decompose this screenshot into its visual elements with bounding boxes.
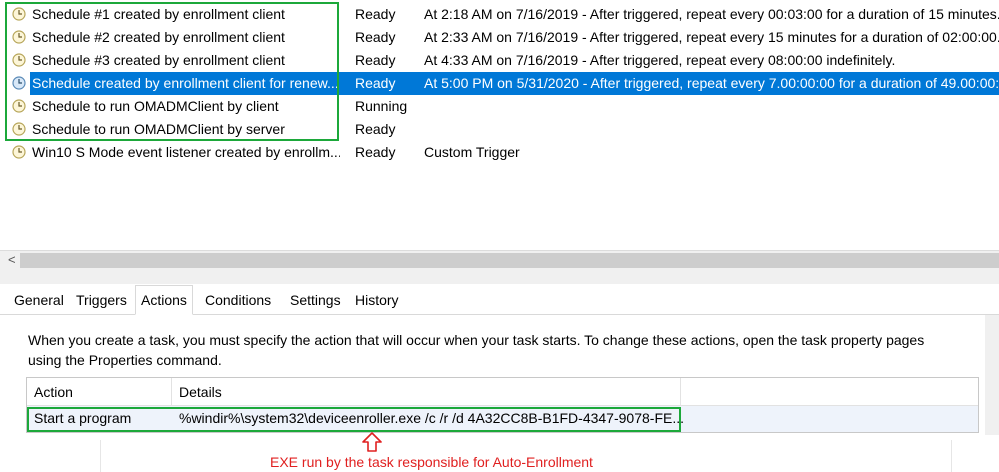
clock-icon	[12, 122, 26, 136]
scroll-left-arrow[interactable]: <	[8, 252, 16, 267]
scrollbar-thumb[interactable]	[20, 253, 999, 268]
task-trigger: At 2:33 AM on 7/16/2019 - After triggere…	[424, 29, 999, 45]
tab-bar: General Triggers Actions Conditions Sett…	[0, 284, 999, 315]
horizontal-scrollbar[interactable]: <	[0, 250, 999, 270]
task-status: Ready	[355, 6, 396, 22]
pane-separator	[0, 270, 999, 284]
task-trigger: At 4:33 AM on 7/16/2019 - After triggere…	[424, 52, 896, 68]
task-trigger: Custom Trigger	[424, 144, 520, 160]
tab-history[interactable]: History	[354, 290, 400, 314]
clock-icon	[12, 76, 26, 90]
tab-actions[interactable]: Actions	[135, 285, 193, 315]
column-divider[interactable]	[171, 378, 172, 405]
column-divider[interactable]	[680, 378, 681, 405]
clock-icon	[12, 30, 26, 44]
task-name: Schedule #3 created by enrollment client	[32, 52, 285, 68]
actions-description: When you create a task, you must specify…	[28, 332, 925, 368]
task-name: Win10 S Mode event listener created by e…	[32, 144, 340, 160]
task-name: Schedule to run OMADMClient by client	[32, 98, 279, 114]
action-details: %windir%\system32\deviceenroller.exe /c …	[179, 410, 684, 426]
action-type: Start a program	[34, 410, 132, 426]
task-name: Schedule #2 created by enrollment client	[32, 29, 285, 45]
task-name: Schedule #1 created by enrollment client	[32, 6, 285, 22]
actions-grid: Action Details Start a program %windir%\…	[26, 377, 979, 433]
clock-icon	[12, 7, 26, 21]
task-status: Ready	[355, 52, 396, 68]
task-row[interactable]: Schedule #2 created by enrollment client…	[0, 26, 999, 49]
tab-conditions[interactable]: Conditions	[204, 290, 272, 314]
tab-settings[interactable]: Settings	[289, 290, 342, 314]
task-name: Schedule created by enrollment client fo…	[32, 75, 339, 91]
clock-icon	[12, 99, 26, 113]
clock-icon	[12, 53, 26, 67]
task-row[interactable]: Win10 S Mode event listener created by e…	[0, 141, 999, 164]
task-status: Ready	[355, 29, 396, 45]
up-arrow-icon	[362, 432, 382, 452]
task-trigger: At 5:00 PM on 5/31/2020 - After triggere…	[424, 75, 999, 91]
task-row[interactable]: Schedule #1 created by enrollment client…	[0, 3, 999, 26]
task-status: Ready	[355, 144, 396, 160]
task-row[interactable]: Schedule to run OMADMClient by client Ru…	[0, 95, 999, 118]
tab-general[interactable]: General	[13, 290, 65, 314]
task-row-selected[interactable]: Schedule created by enrollment client fo…	[0, 72, 999, 95]
annotation-caption: EXE run by the task responsible for Auto…	[270, 454, 593, 470]
col-action-header[interactable]: Action	[34, 384, 73, 400]
task-list[interactable]: Schedule #1 created by enrollment client…	[0, 0, 999, 250]
grid-header: Action Details	[27, 378, 978, 406]
task-row[interactable]: Schedule to run OMADMClient by server Re…	[0, 118, 999, 141]
vertical-scrollbar[interactable]	[985, 315, 999, 435]
tab-triggers[interactable]: Triggers	[75, 290, 128, 314]
action-row[interactable]: Start a program %windir%\system32\device…	[27, 406, 978, 432]
task-row[interactable]: Schedule #3 created by enrollment client…	[0, 49, 999, 72]
clock-icon	[12, 145, 26, 159]
task-status: Ready	[355, 121, 396, 137]
task-name: Schedule to run OMADMClient by server	[32, 121, 285, 137]
col-details-header[interactable]: Details	[179, 384, 222, 400]
task-status: Running	[355, 98, 408, 114]
task-trigger: At 2:18 AM on 7/16/2019 - After triggere…	[424, 6, 999, 22]
task-status: Ready	[355, 75, 396, 91]
